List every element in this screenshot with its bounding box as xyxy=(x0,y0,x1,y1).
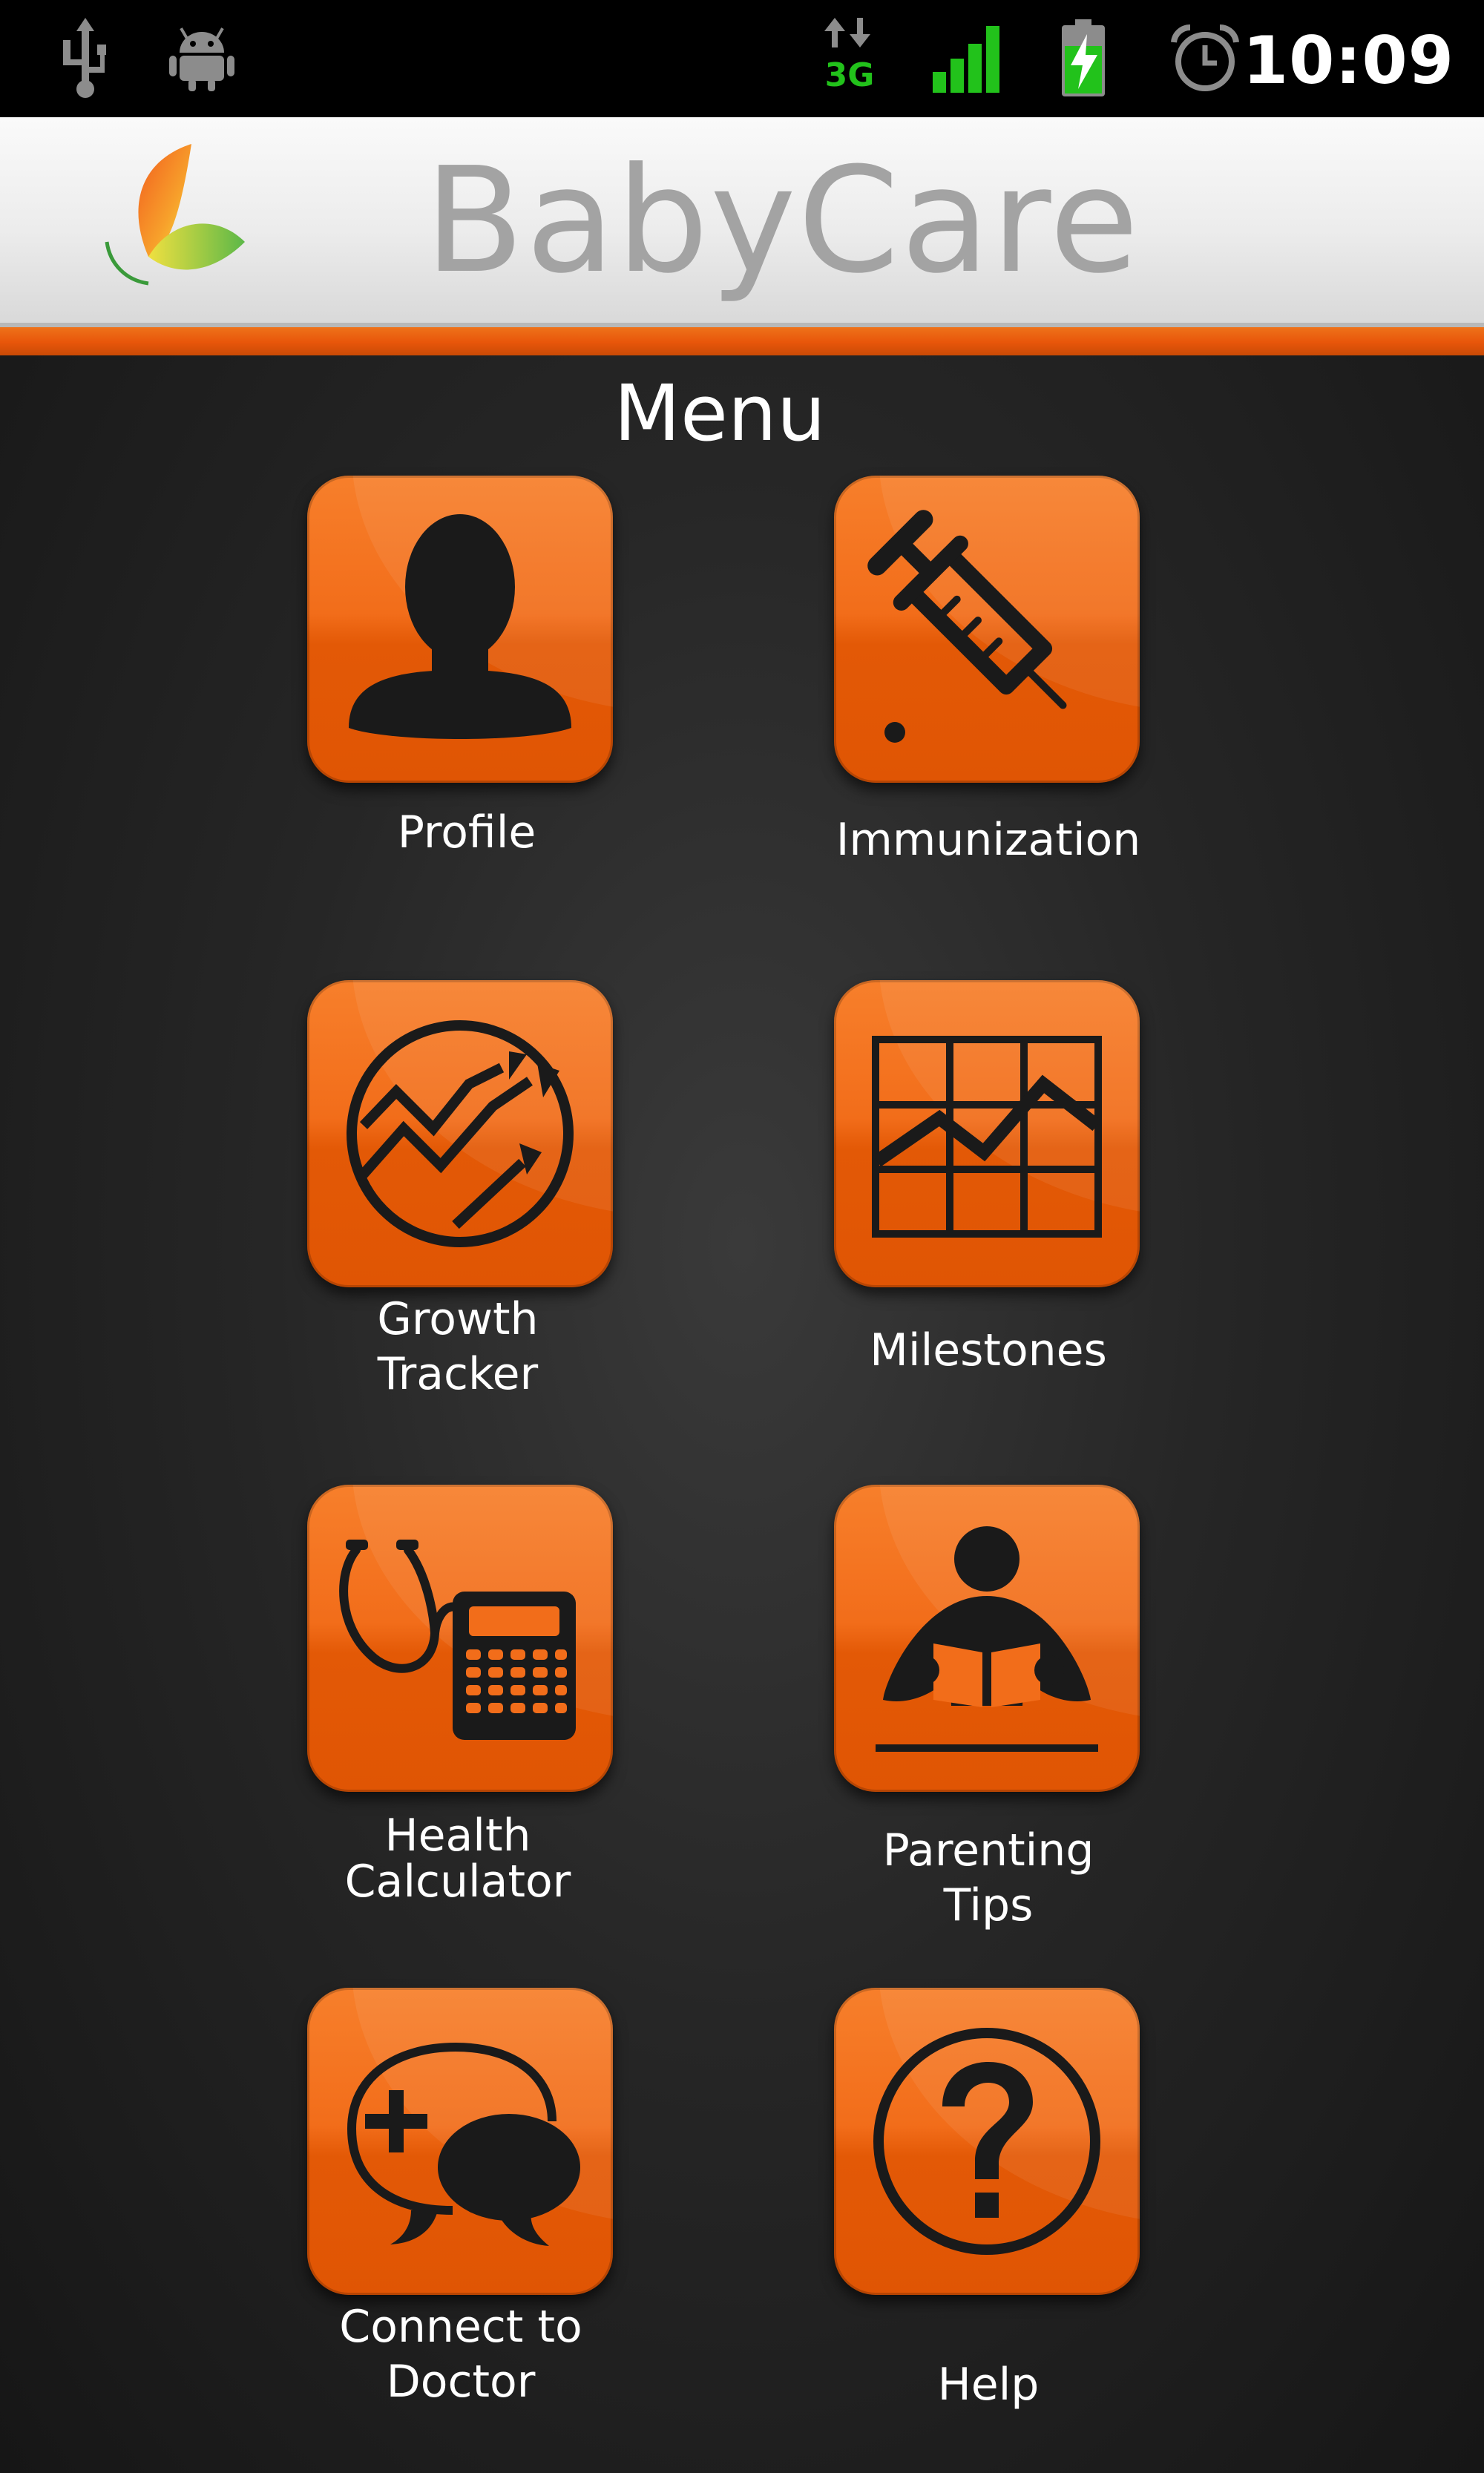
help-icon xyxy=(873,2028,1100,2255)
data-3g-icon: 3G xyxy=(820,0,879,117)
butterfly-logo-icon xyxy=(96,138,260,301)
usb-icon xyxy=(52,0,119,117)
header-accent-stripe xyxy=(0,323,1484,355)
app-title: BabyCare xyxy=(424,137,1140,306)
menu-screen: Menu Profile Immunization Growth Tracker… xyxy=(0,355,1484,2473)
status-bar: 3G 10:09 xyxy=(0,0,1484,117)
svg-text:3G: 3G xyxy=(825,56,875,94)
signal-icon xyxy=(928,0,1009,117)
immunization-label: Immunization xyxy=(835,814,1141,866)
android-debug-icon xyxy=(165,0,239,117)
help-label: Help xyxy=(937,2359,1040,2411)
parenting-tips-button[interactable] xyxy=(834,1485,1140,1792)
battery-charging-icon xyxy=(1054,0,1113,117)
growth-chart-icon xyxy=(347,1020,574,1247)
reading-person-icon xyxy=(876,1526,1098,1752)
profile-label: Profile xyxy=(397,807,536,858)
menu-title: Menu xyxy=(614,368,826,459)
health-calculator-label: Health Calculator xyxy=(344,1810,571,1908)
profile-icon xyxy=(349,514,571,739)
doctor-chat-icon xyxy=(347,2042,580,2246)
milestones-button[interactable] xyxy=(834,980,1140,1287)
stethoscope-calculator-icon xyxy=(339,1540,576,1740)
growth-tracker-button[interactable] xyxy=(307,980,613,1287)
alarm-icon xyxy=(1166,0,1244,117)
milestones-label: Milestones xyxy=(870,1324,1107,1376)
app-header: BabyCare xyxy=(0,117,1484,323)
milestones-grid-icon xyxy=(872,1036,1102,1238)
profile-button[interactable] xyxy=(307,476,613,783)
connect-to-doctor-label: Connect to Doctor xyxy=(339,2301,582,2408)
growth-tracker-label: Growth Tracker xyxy=(377,1293,539,1400)
immunization-button[interactable] xyxy=(834,476,1140,783)
connect-to-doctor-button[interactable] xyxy=(307,1988,613,2295)
syringe-icon xyxy=(867,510,1067,743)
health-calculator-button[interactable] xyxy=(307,1485,613,1792)
status-clock: 10:09 xyxy=(1242,22,1454,99)
help-button[interactable] xyxy=(834,1988,1140,2295)
parenting-tips-label: Parenting Tips xyxy=(882,1825,1094,1931)
